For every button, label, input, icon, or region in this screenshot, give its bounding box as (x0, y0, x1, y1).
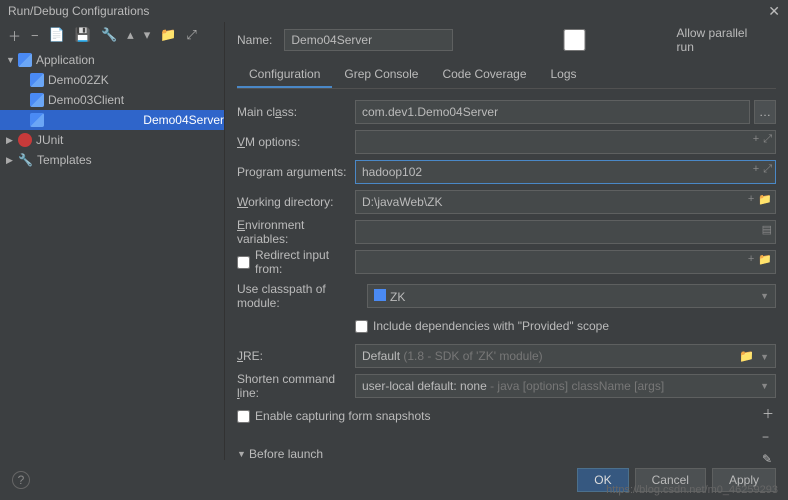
plus-icon[interactable]: + (748, 193, 754, 206)
chevron-down-icon: ▼ (760, 291, 769, 301)
up-icon[interactable]: ▴ (127, 27, 134, 43)
folder-icon[interactable]: 📁 (160, 27, 176, 43)
expand-icon[interactable]: ⤢ (763, 133, 772, 146)
enable-capture-checkbox[interactable]: Enable capturing form snapshots (237, 409, 430, 423)
tree-item-demo04server[interactable]: Demo04Server (0, 110, 224, 130)
tree-item-demo02zk[interactable]: Demo02ZK (0, 70, 224, 90)
tree-node-application[interactable]: ▼ Application (0, 50, 224, 70)
tab-logs[interactable]: Logs (539, 62, 589, 88)
name-label: Name: (237, 33, 272, 47)
chevron-down-icon: ▼ (6, 55, 14, 65)
wrench-icon: 🔧 (18, 153, 33, 167)
redirect-input (355, 250, 776, 274)
main-class-label: Main class: (237, 105, 355, 119)
store-project-checkbox[interactable]: Store as project file (765, 26, 788, 54)
tree-item-demo03client[interactable]: Demo03Client (0, 90, 224, 110)
tree-node-templates[interactable]: ▶ 🔧 Templates (0, 150, 224, 170)
dialog-title: Run/Debug Configurations (8, 4, 149, 18)
allow-parallel-checkbox[interactable]: Allow parallel run (477, 26, 753, 54)
env-vars-label: Environment variables: (237, 218, 355, 246)
redirect-checkbox[interactable]: Redirect input from: (237, 248, 355, 276)
chevron-down-icon: ▼ (760, 352, 769, 362)
tab-bar: Configuration Grep Console Code Coverage… (237, 62, 776, 89)
remove-task-icon[interactable]: − (762, 430, 774, 444)
tree-toolbar: ＋ − 📄 💾 🔧 ▴ ▾ 📁 ⤢ (0, 22, 224, 48)
tree-label: Demo04Server (143, 113, 224, 127)
list-icon[interactable]: ▤ (762, 223, 772, 236)
config-icon (30, 73, 44, 87)
shorten-label: Shorten command line: (237, 372, 355, 400)
tab-configuration[interactable]: Configuration (237, 62, 332, 88)
chevron-down-icon: ▼ (760, 381, 769, 391)
tree-label: Application (36, 53, 95, 67)
working-dir-label: Working directory: (237, 195, 355, 209)
expand-icon[interactable]: ⤢ (763, 163, 772, 176)
shorten-select[interactable]: user-local default: none - java [options… (355, 374, 776, 398)
expand-icon[interactable]: ⤢ (186, 27, 196, 43)
folder-icon[interactable]: 📁 (739, 349, 754, 363)
add-task-icon[interactable]: ＋ (762, 405, 774, 422)
include-deps-checkbox[interactable]: Include dependencies with "Provided" sco… (355, 319, 609, 333)
vm-options-input[interactable] (355, 130, 776, 154)
jre-select[interactable]: Default (1.8 - SDK of 'ZK' module)📁▼ (355, 344, 776, 368)
config-tree-panel: ＋ − 📄 💾 🔧 ▴ ▾ 📁 ⤢ ▼ Application Demo02ZK… (0, 22, 225, 460)
edit-task-icon[interactable]: ✎ (762, 452, 774, 460)
plus-icon[interactable]: + (753, 133, 759, 146)
application-icon (18, 53, 32, 67)
chevron-down-icon: ▼ (237, 449, 245, 459)
name-input[interactable] (284, 29, 453, 51)
down-icon[interactable]: ▾ (144, 27, 151, 43)
working-dir-input[interactable] (355, 190, 776, 214)
program-args-label: Program arguments: (237, 165, 355, 179)
program-args-input[interactable] (355, 160, 776, 184)
browse-class-button[interactable]: … (754, 100, 776, 124)
wrench-icon[interactable]: 🔧 (101, 27, 117, 43)
plus-icon: + (748, 253, 754, 266)
config-icon (30, 93, 44, 107)
classpath-label: Use classpath of module: (237, 282, 367, 310)
folder-icon: 📁 (758, 253, 772, 266)
tree-label: Demo03Client (48, 93, 124, 107)
watermark: https://blog.csdn.net/m0_46259293 (606, 484, 778, 496)
add-icon[interactable]: ＋ (8, 26, 21, 45)
env-vars-input[interactable] (355, 220, 776, 244)
main-class-input[interactable] (355, 100, 750, 124)
chevron-right-icon: ▶ (6, 135, 14, 146)
copy-icon[interactable]: 📄 (49, 27, 65, 43)
tree-label: Templates (37, 153, 92, 167)
folder-icon[interactable]: 📁 (758, 193, 772, 206)
junit-icon (18, 133, 32, 147)
tree-label: Demo02ZK (48, 73, 109, 87)
close-icon[interactable]: ✕ (768, 3, 780, 20)
tab-grep-console[interactable]: Grep Console (332, 62, 430, 88)
save-icon[interactable]: 💾 (75, 27, 91, 43)
config-icon (30, 113, 44, 127)
jre-label: JRE: (237, 349, 355, 363)
tab-code-coverage[interactable]: Code Coverage (430, 62, 538, 88)
chevron-right-icon: ▶ (6, 155, 14, 166)
tree-label: JUnit (36, 133, 63, 147)
plus-icon[interactable]: + (753, 163, 759, 176)
classpath-select[interactable]: ZK▼ (367, 284, 776, 308)
help-button[interactable]: ? (12, 471, 30, 489)
tree-node-junit[interactable]: ▶ JUnit (0, 130, 224, 150)
vm-options-label: VM options: (237, 135, 355, 149)
module-icon (374, 289, 386, 301)
config-form-panel: Name: Allow parallel run Store as projec… (225, 22, 788, 460)
remove-icon[interactable]: − (31, 28, 39, 43)
before-launch-header[interactable]: ▼ Before launch (237, 447, 776, 460)
